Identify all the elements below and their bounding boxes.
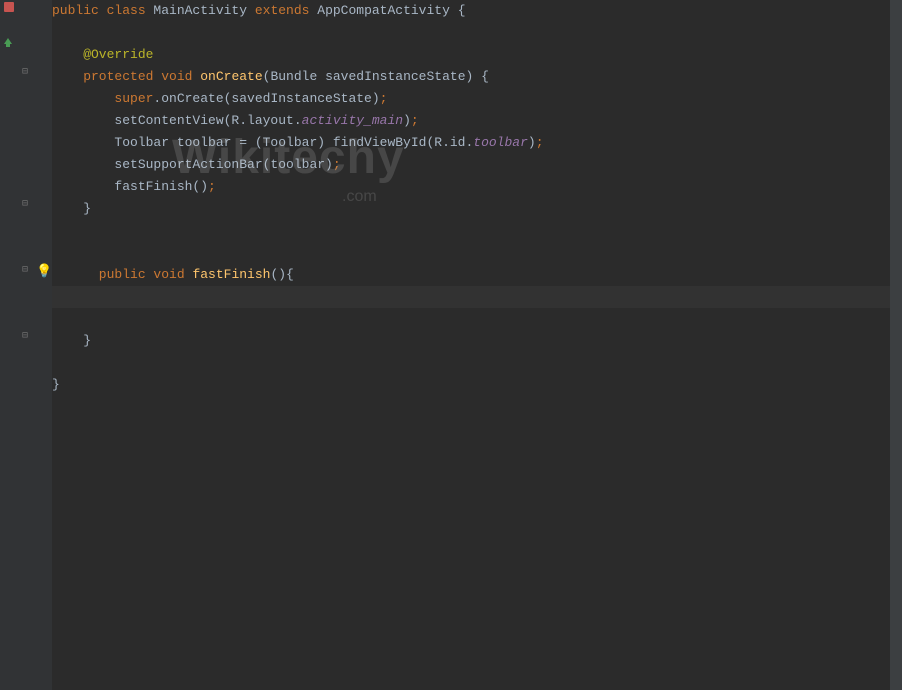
fold-toggle-icon[interactable]: ⊟ [22, 66, 28, 78]
keyword-public: public [52, 3, 107, 18]
code-line[interactable] [52, 220, 902, 242]
keyword-extends: extends [255, 3, 317, 18]
intention-gutter: 💡 [34, 0, 52, 690]
fold-toggle-icon[interactable]: ⊟ [22, 330, 28, 342]
code-line[interactable]: Toolbar toolbar = (Toolbar) findViewById… [52, 132, 902, 154]
keyword-void: void [161, 69, 200, 84]
code-line[interactable]: setContentView(R.layout.activity_main); [52, 110, 902, 132]
error-marker-icon[interactable] [2, 0, 16, 18]
override-up-icon[interactable] [2, 36, 14, 52]
keyword-class: class [107, 3, 154, 18]
code-line[interactable]: } [52, 198, 902, 220]
fold-toggle-icon[interactable]: ⊟ [22, 198, 28, 210]
method-params: (Bundle savedInstanceState) { [263, 69, 489, 84]
code-line[interactable]: public class MainActivity extends AppCom… [52, 0, 902, 22]
code-text: setContentView(R.layout. [52, 113, 302, 128]
code-text: .onCreate(savedInstanceState) [153, 91, 379, 106]
fold-gutter: ⊟ ⊟ ⊟ ⊟ [20, 0, 34, 690]
code-text: ) [403, 113, 411, 128]
fold-toggle-icon[interactable]: ⊟ [22, 264, 28, 276]
code-text: Toolbar toolbar = (Toolbar) findViewById… [52, 135, 473, 150]
lightbulb-icon[interactable]: 💡 [36, 264, 52, 279]
code-text: ) [528, 135, 536, 150]
code-line[interactable]: public void fastFinish(){ [52, 264, 902, 286]
code-line[interactable]: @Override [52, 44, 902, 66]
method-name: onCreate [200, 69, 262, 84]
semicolon: ; [380, 91, 388, 106]
code-line[interactable] [52, 352, 902, 374]
code-line-current[interactable] [52, 286, 902, 308]
keyword-super: super [52, 91, 153, 106]
code-text: fastFinish() [52, 179, 208, 194]
resource-ref: toolbar [473, 135, 528, 150]
method-name: fastFinish [192, 267, 270, 282]
semicolon: ; [333, 157, 341, 172]
code-text: (){ [270, 267, 293, 282]
code-line[interactable]: } [52, 330, 902, 352]
code-line[interactable]: fastFinish(); [52, 176, 902, 198]
code-line[interactable] [52, 308, 902, 330]
class-name: MainActivity [153, 3, 254, 18]
code-line[interactable]: setSupportActionBar(toolbar); [52, 154, 902, 176]
close-brace: } [52, 201, 91, 216]
close-brace: } [52, 377, 60, 392]
marker-gutter [0, 0, 20, 690]
keyword-public: public [52, 267, 153, 282]
code-line[interactable]: super.onCreate(savedInstanceState); [52, 88, 902, 110]
code-line[interactable]: } [52, 374, 902, 396]
code-line[interactable]: protected void onCreate(Bundle savedInst… [52, 66, 902, 88]
semicolon: ; [208, 179, 216, 194]
parent-class: AppCompatActivity { [317, 3, 465, 18]
editor-container: ⊟ ⊟ ⊟ ⊟ 💡 public class MainActivity exte… [0, 0, 902, 690]
semicolon: ; [411, 113, 419, 128]
code-line[interactable] [52, 242, 902, 264]
vertical-scrollbar[interactable] [890, 0, 902, 690]
semicolon: ; [536, 135, 544, 150]
code-line[interactable] [52, 22, 902, 44]
keyword-protected: protected [52, 69, 161, 84]
annotation-override: @Override [52, 47, 153, 62]
close-brace: } [52, 333, 91, 348]
code-editor[interactable]: public class MainActivity extends AppCom… [52, 0, 902, 690]
code-text: setSupportActionBar(toolbar) [52, 157, 333, 172]
resource-ref: activity_main [302, 113, 403, 128]
keyword-void: void [153, 267, 192, 282]
